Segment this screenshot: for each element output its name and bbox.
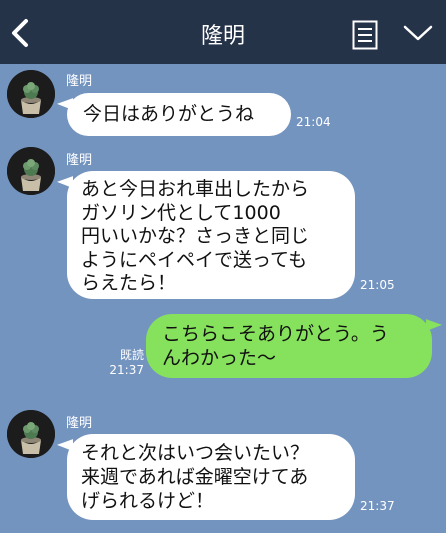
message-text: こちらこそありがとう。う んわかった〜 <box>162 323 389 369</box>
avatar[interactable] <box>7 410 55 458</box>
message-text: それと次はいつ会いたい？ 来週であれば金曜空けてあ げられるけど！ <box>81 442 310 512</box>
avatar[interactable] <box>7 147 55 195</box>
contact-name: 隆明 <box>66 416 93 431</box>
message-time: 21:37 <box>109 363 144 377</box>
message-time: 21:05 <box>360 278 395 292</box>
succulent-photo-icon <box>7 410 55 458</box>
succulent-photo-icon <box>7 147 55 195</box>
read-label: 既読 <box>119 348 144 362</box>
contact-name: 隆明 <box>66 153 93 168</box>
sent-message-bubble[interactable]: こちらこそありがとう。う んわかった〜 <box>146 314 432 378</box>
message-text: 今日はありがとうね <box>83 103 255 125</box>
message-time: 21:37 <box>360 499 395 513</box>
chat-title: 隆明 <box>200 24 245 49</box>
message-time: 21:04 <box>296 115 331 129</box>
message-text: あと今日おれ車出したから ガソリン代として1000 円いいかな？さっきと同じ よ… <box>81 178 310 294</box>
chat-header: 隆明 <box>0 0 446 64</box>
avatar[interactable] <box>7 70 55 118</box>
chevron-down-icon[interactable] <box>402 22 434 44</box>
succulent-photo-icon <box>7 70 55 118</box>
notes-icon[interactable] <box>352 20 378 50</box>
contact-name: 隆明 <box>66 74 93 89</box>
read-receipt: 既読 21:37 <box>104 348 144 378</box>
message-bubble[interactable]: 今日はありがとうね <box>67 93 291 136</box>
message-bubble[interactable]: それと次はいつ会いたい？ 来週であれば金曜空けてあ げられるけど！ <box>67 434 355 520</box>
message-bubble[interactable]: あと今日おれ車出したから ガソリン代として1000 円いいかな？さっきと同じ よ… <box>67 171 355 299</box>
